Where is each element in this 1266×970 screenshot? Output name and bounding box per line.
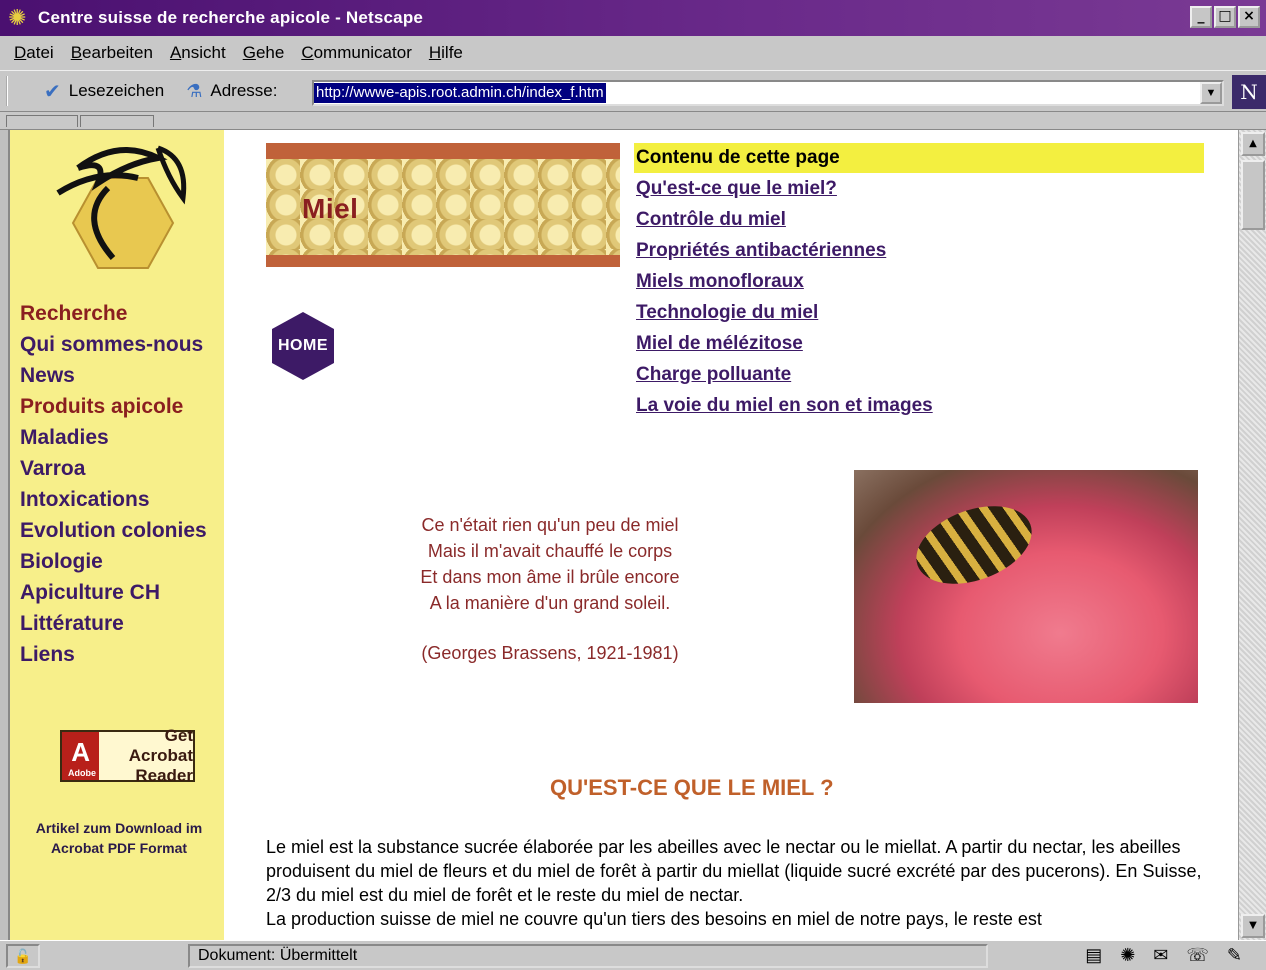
sidebar-item-recherche[interactable]: Recherche [20,298,207,329]
toc-link-quest-ce-que-le-miel[interactable]: Qu'est-ce que le miel? [634,173,1204,204]
scroll-thumb[interactable] [1241,160,1265,230]
get-acrobat-button[interactable]: A Adobe Get Acrobat Reader [60,726,195,785]
sidebar-item-news[interactable]: News [20,360,207,391]
location-icon[interactable]: ⚗ [186,81,202,102]
sidebar-item-varroa[interactable]: Varroa [20,453,207,484]
address-url[interactable]: http://wwwe-apis.root.admin.ch/index_f.h… [314,83,606,103]
sidebar-item-maladies[interactable]: Maladies [20,422,207,453]
menu-communicator[interactable]: Communicator [301,43,412,63]
sidebar-item-qui-sommes-nous[interactable]: Qui sommes-nous [20,329,207,360]
component-bar-mail-icon[interactable]: ✉ [1153,945,1168,966]
security-lock-icon[interactable]: 🔓 [6,943,40,968]
menu-gehe[interactable]: Gehe [243,43,285,63]
address-input[interactable]: http://wwwe-apis.root.admin.ch/index_f.h… [312,80,1224,106]
toc-header: Contenu de cette page [634,143,1204,173]
body-text: Le miel est la substance sucrée élaborée… [266,835,1216,931]
address-dropdown-button[interactable]: ▼ [1200,82,1222,104]
address-label: Adresse: [210,81,278,100]
bookmarks-icon[interactable]: ✔ [44,79,61,104]
section-heading: QU'EST-CE QUE LE MIEL ? [550,775,834,800]
sidebar-nav: Recherche Qui sommes-nous News Produits … [20,298,207,670]
sidebar-item-produits-apicole[interactable]: Produits apicole [20,391,207,422]
component-bar-page-icon[interactable]: ▤ [1085,945,1102,966]
poem-line: Mais il m'avait chauffé le corps [427,541,673,561]
title-bar: ✺ Centre suisse de recherche apicole - N… [0,0,1266,36]
collapse-tab-1[interactable] [6,115,78,127]
collapse-tab-2[interactable] [80,115,154,127]
toolbar-grip[interactable] [6,76,16,106]
poem-line: Ce n'était rien qu'un peu de miel [421,515,679,535]
menu-datei[interactable]: Datei [14,43,54,63]
toc-link-miel-de-melezitose[interactable]: Miel de mélézitose [634,328,1204,359]
poem-line: Et dans mon âme il brûle encore [420,567,680,587]
sidebar-item-apiculture-ch[interactable]: Apiculture CH [20,577,207,608]
body-paragraph: La production suisse de miel ne couvre q… [266,909,1042,929]
close-button[interactable]: × [1238,6,1260,28]
component-bar-discussion-icon[interactable]: ☏ [1186,945,1209,966]
component-bar-composer-icon[interactable]: ✎ [1227,945,1242,966]
miel-banner: Miel [266,143,620,267]
sidebar-item-evolution-colonies[interactable]: Evolution colonies [20,515,207,546]
poem-line: A la manière d'un grand soleil. [429,593,671,613]
location-toolbar: ✔ Lesezeichen ⚗ Adresse: http://wwwe-api… [0,70,1266,112]
toc-link-controle-du-miel[interactable]: Contrôle du miel [634,204,1204,235]
banner-title: Miel [302,193,359,224]
menu-bar: Datei Bearbeiten Ansicht Gehe Communicat… [0,36,1266,70]
toolbar-tabs [0,112,1266,130]
toc-link-proprietes-antibacteriennes[interactable]: Propriétés antibactériennes [634,235,1204,266]
bee-on-flower-photo [854,470,1198,703]
bee-image [905,491,1043,599]
menu-hilfe[interactable]: Hilfe [429,43,463,63]
status-text: Dokument: Übermittelt [188,944,988,968]
netscape-logo-icon[interactable]: N [1232,75,1266,109]
toc-link-charge-polluante[interactable]: Charge polluante [634,359,1204,390]
bee-logo [56,145,187,269]
scroll-down-button[interactable]: ▼ [1241,914,1265,938]
sidebar-item-liens[interactable]: Liens [20,639,207,670]
window-title: Centre suisse de recherche apicole - Net… [38,8,424,27]
acrobat-line1: Get Acrobat [128,726,193,765]
scroll-up-button[interactable]: ▲ [1241,132,1265,156]
bookmarks-button[interactable]: Lesezeichen [69,81,164,101]
toc-link-technologie-du-miel[interactable]: Technologie du miel [634,297,1204,328]
body-paragraph: Le miel est la substance sucrée élaborée… [266,837,1202,905]
toc-link-miels-monofloraux[interactable]: Miels monofloraux [634,266,1204,297]
adobe-label: Adobe [68,768,96,778]
component-bar-navigator-icon[interactable]: ✺ [1120,945,1135,966]
vertical-scrollbar[interactable]: ▲ ▼ [1238,130,1266,940]
status-bar: 🔓 Dokument: Übermittelt ▤ ✺ ✉ ☏ ✎ [0,940,1266,970]
menu-ansicht[interactable]: Ansicht [170,43,226,63]
sidebar: Recherche Qui sommes-nous News Produits … [10,130,224,940]
poem: Ce n'était rien qu'un peu de miel Mais i… [380,512,720,666]
page-viewport: Recherche Qui sommes-nous News Produits … [8,130,1238,940]
home-button[interactable]: HOME [272,312,334,380]
sidebar-item-litterature[interactable]: Littérature [20,608,207,639]
sidebar-item-biologie[interactable]: Biologie [20,546,207,577]
menu-bearbeiten[interactable]: Bearbeiten [71,43,153,63]
poem-author: (Georges Brassens, 1921-1981) [421,643,679,663]
sidebar-item-intoxications[interactable]: Intoxications [20,484,207,515]
acrobat-note: Artikel zum Download im Acrobat PDF Form… [35,820,203,856]
toc-link-la-voie-du-miel[interactable]: La voie du miel en son et images [634,390,1204,421]
maximize-button[interactable]: □ [1214,6,1236,28]
netscape-star-icon: ✺ [8,5,27,30]
minimize-button[interactable]: _ [1190,6,1212,28]
acrobat-icon: A Adobe [62,732,100,780]
acrobat-line2: Reader [135,766,193,785]
table-of-contents: Contenu de cette page Qu'est-ce que le m… [634,143,1204,421]
